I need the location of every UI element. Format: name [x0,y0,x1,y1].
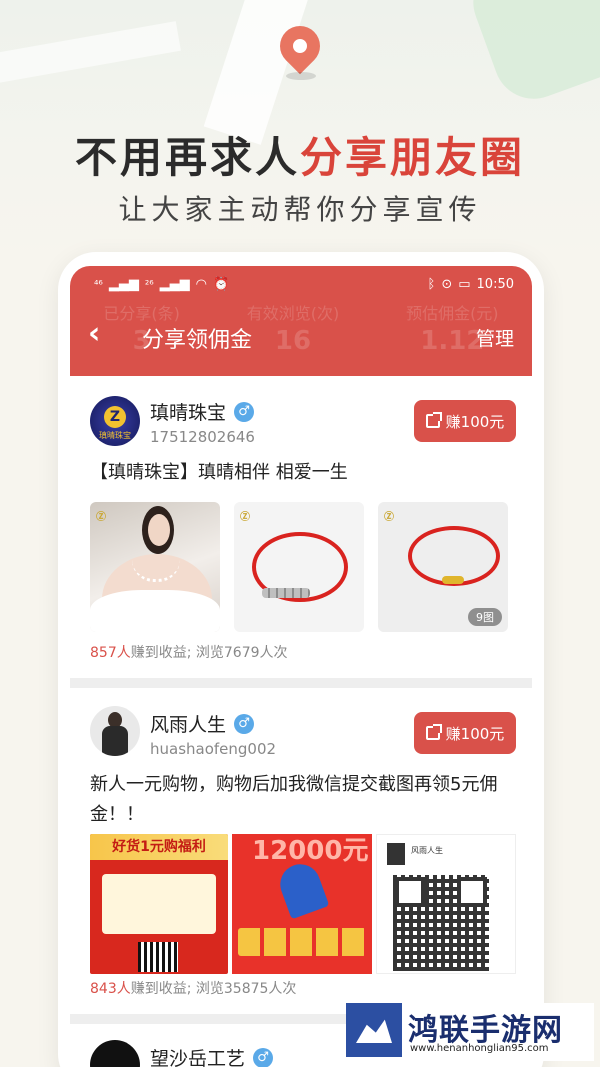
post-text: 【瑱晴珠宝】瑱晴相伴 相爱一生 [90,462,348,483]
male-icon: ♂ [253,1047,274,1067]
stats-text: 赚到收益; 浏览7679人次 [130,645,288,661]
logo-icon: Z [104,406,126,428]
site-logo-icon [346,1003,402,1057]
headline-text: 不用再求人 [74,133,300,182]
map-park [462,0,600,110]
earn-label: 赚100元 [445,412,505,431]
page-title: 分享领佣金 [142,328,253,353]
site-url: www.henanhonglian95.com [410,1043,549,1054]
post-image[interactable]: 好货1元购福利 [90,834,228,974]
image-count-badge: 9图 [468,608,502,626]
share-feed: Z 瑱晴珠宝 瑱晴珠宝 ♂ 17512802646 赚100元 【瑱晴珠宝】瑱晴… [70,376,532,1067]
male-icon: ♂ [234,713,255,734]
feed-post: 风雨人生 ♂ huashaofeng002 赚100元 新人一元购物，购物后加我… [70,688,532,1014]
stats-row: 已分享(条) 3 有效浏览(次) 16 预估佣金(元) 1.12 [70,300,532,356]
site-watermark: 鸿联手游网 www.henanhonglian95.com [346,1003,594,1061]
post-image[interactable]: Ⓩ [234,502,364,632]
signal-bars-icon: ▂▄▆ [159,276,190,292]
username: 望沙岳工艺 [150,1048,246,1067]
promo-amount: 12000元 [252,836,369,866]
running-figure [274,858,330,920]
share-icon [425,412,442,428]
earners-count: 857人 [90,645,131,661]
back-chevron-icon[interactable]: ‹ [88,316,100,351]
map-road [0,21,181,89]
username: 风雨人生 [150,714,227,736]
alarm-icon: ⏰ [213,276,230,292]
location-icon: ⊙ [441,276,453,292]
stat-value: 16 [274,326,312,356]
post-stats: 857人赚到收益; 浏览7679人次 [90,642,288,662]
status-bar: ⁴⁶ ▂▄▆ ²⁶ ▂▄▆ ◠ ⏰ ᛒ ⊙ ▭ 10:50 [94,272,514,296]
phone-screen: ⁴⁶ ▂▄▆ ²⁶ ▂▄▆ ◠ ⏰ ᛒ ⊙ ▭ 10:50 已分享(条) 3 有… [70,266,532,1067]
feed-post: Z 瑱晴珠宝 瑱晴珠宝 ♂ 17512802646 赚100元 【瑱晴珠宝】瑱晴… [70,376,532,678]
headline-highlight: 分享朋友圈 [300,133,526,182]
watermark-logo-icon: Ⓩ [240,512,250,523]
phone-frame: ⁴⁶ ▂▄▆ ²⁶ ▂▄▆ ◠ ⏰ ᛒ ⊙ ▭ 10:50 已分享(条) 3 有… [58,252,544,1067]
signal-bars-icon: ▂▄▆ [108,276,139,292]
qr-code-icon [393,875,489,971]
qr-username: 风雨人生 [411,846,443,855]
bluetooth-icon: ᛒ [427,276,436,292]
image-grid: Ⓩ Ⓩ Ⓩ 9图 [90,502,508,632]
male-icon: ♂ [234,401,255,422]
username: 瑱晴珠宝 [150,402,227,424]
banner-headline: 不用再求人分享朋友圈 [0,124,600,185]
stat-label: 已分享(条) [103,304,180,323]
earners-count: 843人 [90,981,131,997]
pin-shadow [286,72,316,80]
signal-icon: ²⁶ [144,277,154,291]
user-id: huashaofeng002 [150,740,277,758]
manage-button[interactable]: 管理 [476,324,514,351]
avatar [387,843,405,865]
earn-share-button[interactable]: 赚100元 [414,400,516,442]
app-header: ⁴⁶ ▂▄▆ ²⁶ ▂▄▆ ◠ ⏰ ᛒ ⊙ ▭ 10:50 已分享(条) 3 有… [70,266,532,376]
avatar[interactable] [90,706,140,756]
watermark-logo-icon: Ⓩ [96,512,106,523]
avatar[interactable]: Z 瑱晴珠宝 [90,396,140,446]
signal-icon: ⁴⁶ [94,277,103,291]
earn-share-button[interactable]: 赚100元 [414,712,516,754]
post-stats: 843人赚到收益; 浏览35875人次 [90,978,296,998]
post-image[interactable]: 风雨人生 [376,834,516,974]
avatar[interactable] [90,1040,140,1067]
stat-label: 预估佣金(元) [406,304,499,323]
user-id: 17512802646 [150,428,255,446]
post-image[interactable]: Ⓩ 9图 [378,502,508,632]
status-time: 10:50 [476,276,514,292]
battery-icon: ▭ [458,276,471,292]
stats-text: 赚到收益; 浏览35875人次 [130,981,297,997]
banner-subline: 让大家主动帮你分享宣传 [118,193,482,226]
post-image[interactable]: Ⓩ [90,502,220,632]
watermark-logo-icon: Ⓩ [384,512,394,523]
avatar-text: 瑱晴珠宝 [99,431,131,440]
promo-title: 好货1元购福利 [90,834,228,860]
stat-label: 有效浏览(次) [246,304,340,323]
earn-label: 赚100元 [445,724,505,743]
wifi-icon: ◠ [195,276,207,292]
divider [70,678,532,688]
image-grid: 好货1元购福利 12000元 风雨人生 [90,834,516,974]
share-icon [425,724,442,740]
post-text: 新人一元购物，购物后加我微信提交截图再领5元佣金！！ [90,774,498,825]
post-image[interactable]: 12000元 [232,834,372,974]
qr-code-icon [138,942,178,972]
